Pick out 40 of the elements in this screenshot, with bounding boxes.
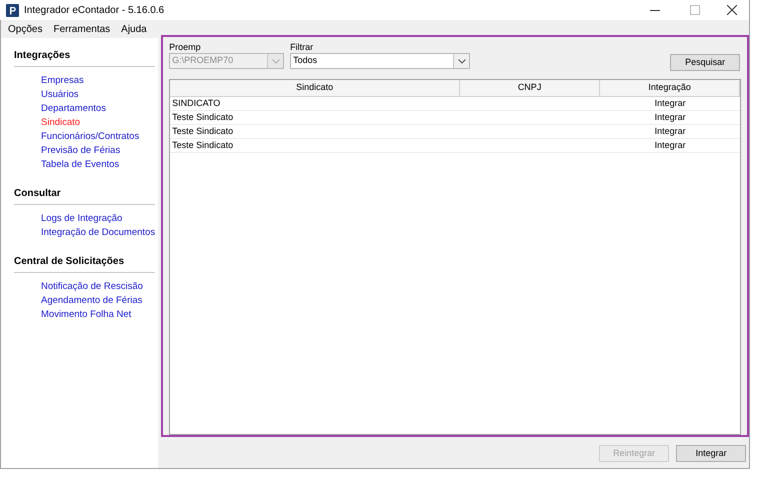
search-button[interactable]: Pesquisar [670, 54, 740, 71]
table-cell-text: Teste Sindicato [171, 139, 234, 152]
action-button[interactable]: Integrar [676, 445, 746, 462]
table-cell-text: Teste Sindicato [171, 111, 234, 124]
table-cell-text: SINDICATO [171, 97, 222, 110]
table-cell-text: Integrar [654, 125, 687, 138]
sidebar-link[interactable]: Movimento Folha Net [41, 308, 132, 322]
dropdown-button[interactable] [453, 54, 470, 68]
field-label: Proemp [169, 42, 202, 53]
table-cell-text: Integrar [654, 97, 687, 110]
section-heading: Central de Solicitações [14, 254, 156, 273]
column-header[interactable]: Sindicato [170, 80, 460, 96]
chevron-down-icon [458, 58, 466, 64]
sidebar-link[interactable]: Integração de Documentos [41, 226, 156, 240]
menu-item[interactable]: Ajuda [121, 22, 147, 36]
sidebar-link[interactable]: Tabela de Eventos [41, 158, 120, 172]
sidebar-link[interactable]: Previsão de Férias [41, 144, 120, 158]
dropdown-field[interactable]: Todos [290, 53, 470, 69]
sidebar-link[interactable]: Agendamento de Férias [41, 294, 142, 308]
close-icon[interactable] [727, 5, 737, 15]
column-header[interactable]: CNPJ [460, 80, 600, 96]
app-logo-icon [6, 4, 19, 16]
table-cell-text: Integrar [654, 139, 687, 152]
section-heading: Integrações [14, 48, 156, 67]
section-heading: Consultar [14, 186, 156, 205]
sidebar-link[interactable]: Funcionários/Contratos [41, 130, 140, 144]
table-cell-text: Integrar [654, 111, 687, 124]
sidebar-link[interactable]: Departamentos [41, 102, 106, 116]
menu-item[interactable]: Ferramentas [53, 22, 110, 36]
field-label: Filtrar [290, 42, 314, 53]
sidebar-link[interactable]: Notificação de Rescisão [41, 280, 143, 294]
table-cell-text: Teste Sindicato [171, 125, 234, 138]
sidebar-link[interactable]: Usuários [41, 88, 78, 102]
window-title: Integrador eContador - 5.16.0.6 [24, 4, 164, 18]
sidebar-link[interactable]: Sindicato [41, 116, 80, 130]
chevron-down-icon [272, 58, 280, 64]
column-header[interactable]: Integração [600, 80, 740, 96]
sidebar-link[interactable]: Empresas [41, 74, 84, 88]
menu-item[interactable]: Opções [8, 22, 42, 36]
sidebar-link[interactable]: Logs de Integração [41, 212, 122, 226]
